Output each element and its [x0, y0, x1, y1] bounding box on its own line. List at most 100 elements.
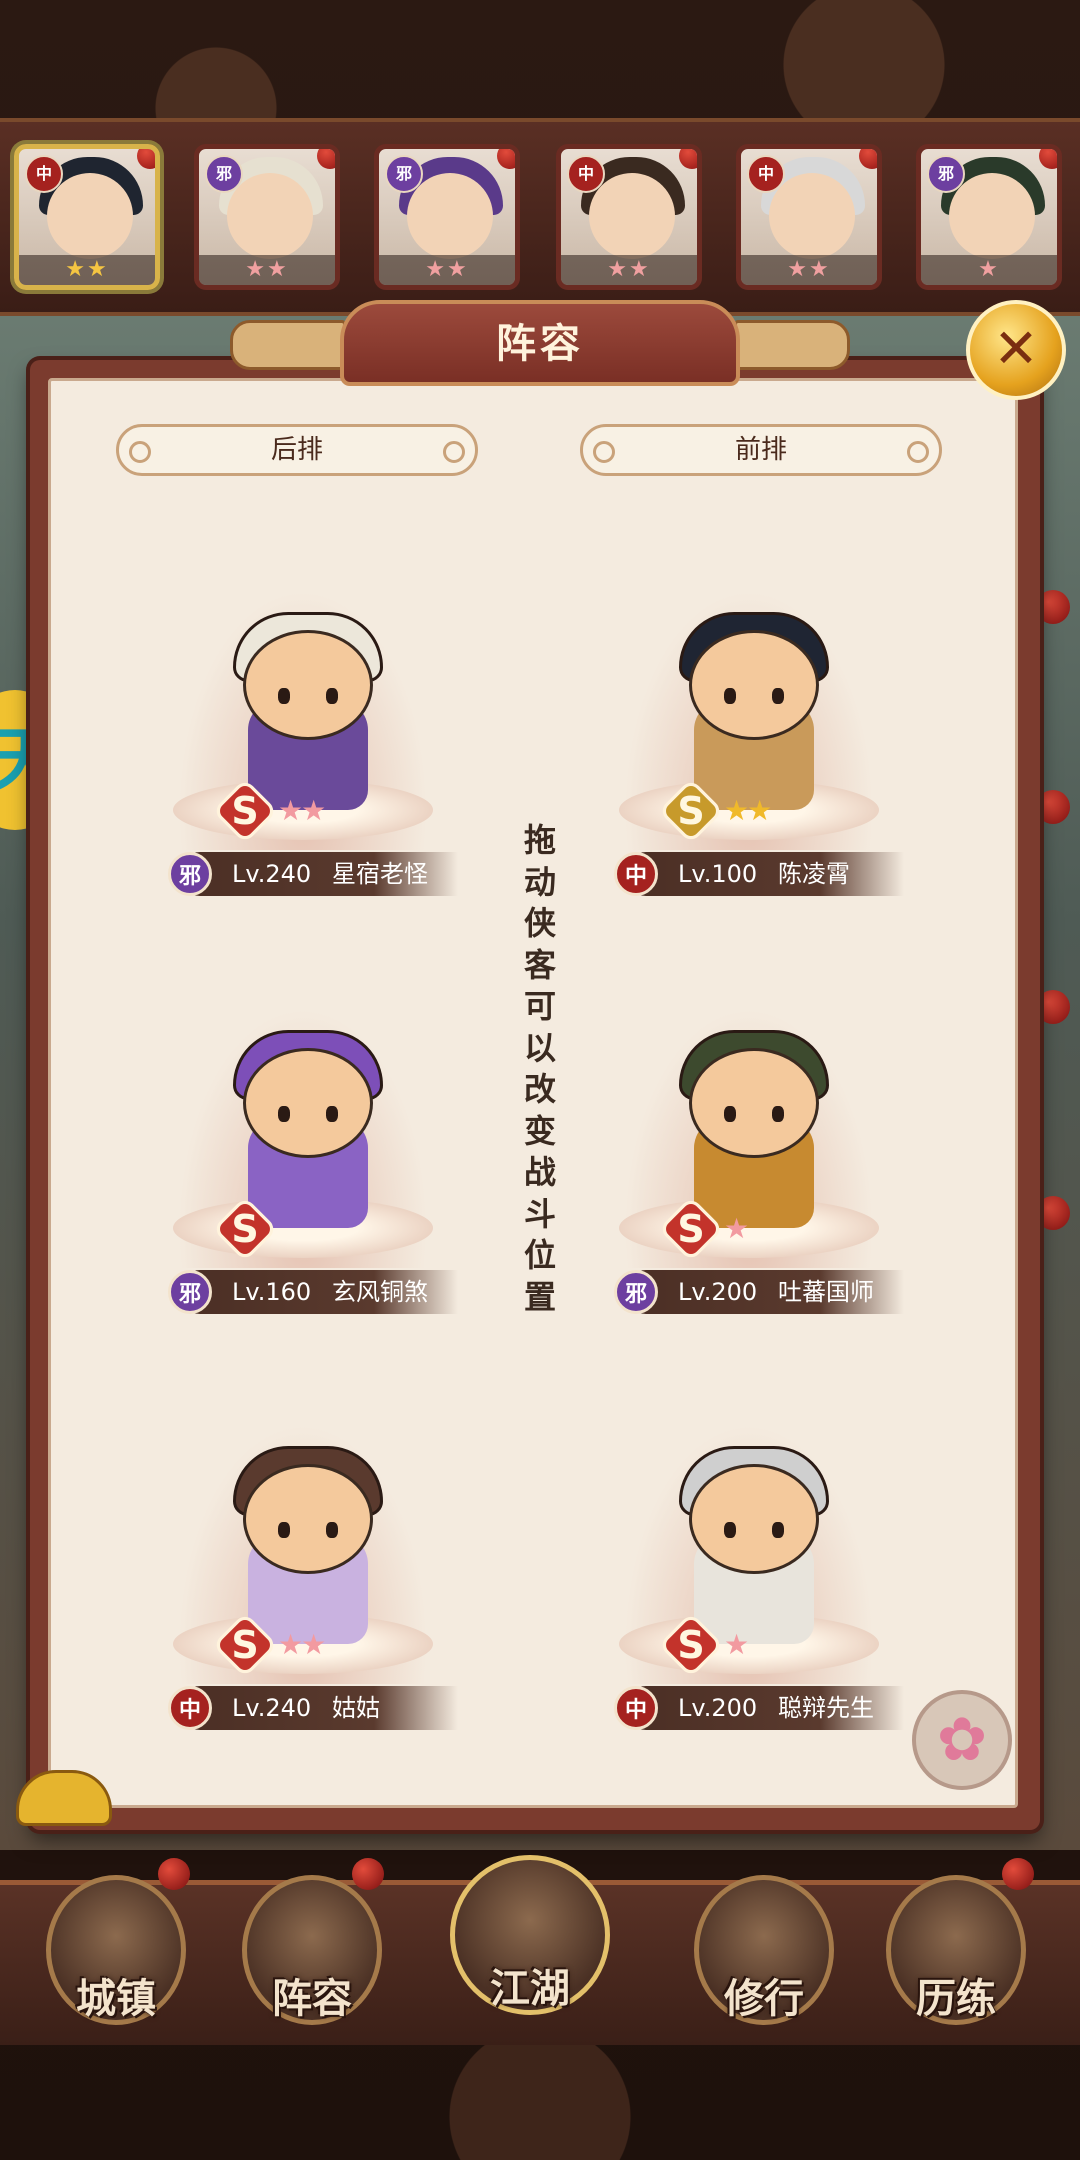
hero-name-plate: Lv.240 星宿老怪 [178, 852, 458, 896]
notification-dot [137, 149, 155, 169]
banner-wing [734, 320, 850, 370]
nav-label: 城镇 [76, 1976, 156, 2022]
hero-eye [724, 688, 736, 704]
lotus-skill-button[interactable]: ✿ [912, 1690, 1012, 1790]
notification-dot [679, 149, 697, 169]
hero-name-plate: Lv.200 吐蕃国师 [624, 1270, 904, 1314]
back-row-label: 后排 [116, 424, 478, 476]
faction-badge: 中 [567, 155, 605, 193]
hero-portrait-face [227, 173, 313, 259]
banner-center: 阵容 [340, 300, 740, 386]
faction-badge: 邪 [614, 1270, 658, 1314]
star-rating: ★★ [19, 255, 155, 285]
hero-level: Lv.240 [232, 860, 312, 888]
hero-name: 星宿老怪 [332, 860, 428, 888]
nav-jianghu-button[interactable]: 江湖 [450, 1855, 610, 2015]
hero-eye [278, 688, 290, 704]
star-rating: ★★ [278, 794, 326, 827]
notification-dot [859, 149, 877, 169]
front-row-hero-card[interactable]: S ★ Lv.200 吐蕃国师 邪 [584, 1008, 914, 1314]
roster-hero-slot[interactable]: 邪 ★★ [194, 144, 340, 290]
hero-head [689, 1048, 819, 1158]
front-row-hero-card[interactable]: S ★★ Lv.100 陈凌霄 中 [584, 590, 914, 896]
notification-dot [1036, 990, 1070, 1024]
hero-eye [326, 688, 338, 704]
hero-name-plate: Lv.200 聪辩先生 [624, 1686, 904, 1730]
star-rating: ★★ [741, 255, 877, 285]
faction-badge: 邪 [205, 155, 243, 193]
bottom-nav: 城镇 阵容 江湖 修行 历练 [0, 1855, 1080, 2045]
hero-head [689, 630, 819, 740]
faction-badge: 中 [614, 852, 658, 896]
nav-training-button[interactable]: 修行 [694, 1875, 834, 2025]
nav-formation-button[interactable]: 阵容 [242, 1875, 382, 2025]
notification-dot [352, 1858, 384, 1890]
hero-eye [724, 1522, 736, 1538]
star-rating: ★★ [199, 255, 335, 285]
banner-wing [230, 320, 346, 370]
back-row-hero-card[interactable]: S ★★ Lv.240 姑姑 中 [138, 1424, 468, 1730]
hero-name: 陈凌霄 [778, 860, 850, 888]
notification-dot [1039, 149, 1057, 169]
notification-dot [317, 149, 335, 169]
drag-hint-text: 拖动侠客可以改变战斗位置 [523, 821, 556, 1316]
hero-eye [326, 1522, 338, 1538]
faction-badge: 邪 [385, 155, 423, 193]
nav-label: 修行 [724, 1976, 804, 2022]
panel-title: 阵容 [496, 321, 584, 367]
roster-hero-slot[interactable]: 邪 ★ [916, 144, 1062, 290]
hero-portrait-face [47, 173, 133, 259]
close-button[interactable]: ✕ [966, 300, 1066, 400]
hero-portrait-face [769, 173, 855, 259]
hero-name-plate: Lv.100 陈凌霄 [624, 852, 904, 896]
hero-level: Lv.200 [678, 1278, 758, 1306]
grade-label: S [677, 1623, 705, 1667]
roster-hero-slot[interactable]: 邪 ★★ [374, 144, 520, 290]
nav-town-button[interactable]: 城镇 [46, 1875, 186, 2025]
hero-head [243, 1464, 373, 1574]
hero-level: Lv.100 [678, 860, 758, 888]
faction-badge: 中 [168, 1686, 212, 1730]
notification-dot [497, 149, 515, 169]
hero-eye [724, 1106, 736, 1122]
grade-label: S [231, 1207, 259, 1251]
hero-level: Lv.240 [232, 1694, 312, 1722]
hero-eye [772, 688, 784, 704]
lotus-icon: ✿ [936, 1705, 988, 1775]
star-rating: ★ [921, 255, 1057, 285]
panel-title-banner: 阵容 [230, 300, 850, 386]
back-row-hero-card[interactable]: S ★★ Lv.240 星宿老怪 邪 [138, 590, 468, 896]
faction-badge: 邪 [168, 1270, 212, 1314]
hero-eye [326, 1106, 338, 1122]
front-row-label: 前排 [580, 424, 942, 476]
hero-name: 聪辩先生 [778, 1694, 874, 1722]
close-icon: ✕ [993, 317, 1039, 380]
roster-hero-slot[interactable]: 中 ★★ [14, 144, 160, 290]
faction-badge: 邪 [927, 155, 965, 193]
notification-dot [1036, 1196, 1070, 1230]
nav-label: 江湖 [490, 1966, 570, 2012]
hero-eye [278, 1522, 290, 1538]
grade-label: S [677, 1207, 705, 1251]
hero-name: 姑姑 [332, 1694, 380, 1722]
roster-hero-slot[interactable]: 中 ★★ [556, 144, 702, 290]
corner-ornament [16, 1770, 112, 1826]
star-rating: ★★ [561, 255, 697, 285]
hero-head [243, 630, 373, 740]
hero-level: Lv.160 [232, 1278, 312, 1306]
nav-label: 历练 [916, 1976, 996, 2022]
back-row-hero-card[interactable]: S Lv.160 玄风铜煞 邪 [138, 1008, 468, 1314]
faction-badge: 邪 [168, 852, 212, 896]
nav-adventure-button[interactable]: 历练 [886, 1875, 1026, 2025]
hero-portrait-face [949, 173, 1035, 259]
hero-head [689, 1464, 819, 1574]
hero-eye [772, 1106, 784, 1122]
grade-label: S [231, 789, 259, 833]
notification-dot [1036, 790, 1070, 824]
faction-badge: 中 [25, 155, 63, 193]
roster-hero-slot[interactable]: 中 ★★ [736, 144, 882, 290]
front-row-hero-card[interactable]: S ★ Lv.200 聪辩先生 中 [584, 1424, 914, 1730]
star-rating: ★★ [379, 255, 515, 285]
star-rating: ★ [724, 1628, 749, 1661]
nav-label: 阵容 [272, 1976, 352, 2022]
